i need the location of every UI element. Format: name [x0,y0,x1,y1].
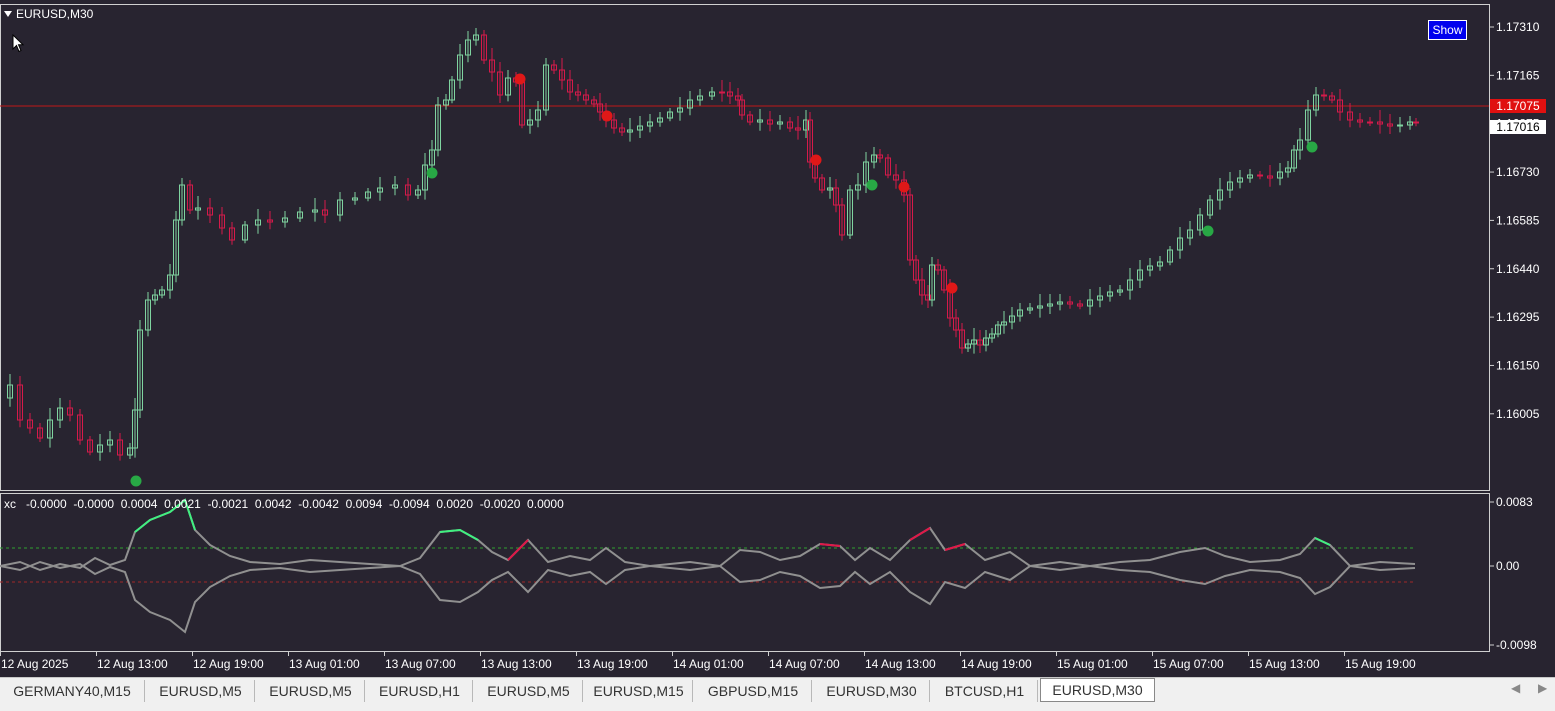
main-chart-border [0,4,1490,491]
chart-tab-label: GBPUSD,M15 [707,683,799,699]
chart-tab[interactable]: EURUSD,M30 [814,680,930,702]
mouse-cursor-icon [12,34,25,53]
time-axis-label: 15 Aug 07:00 [1153,657,1224,671]
time-axis-label: 13 Aug 13:00 [481,657,552,671]
chart-tab-label: BTCUSD,H1 [944,683,1025,699]
scroll-right-arrow-icon[interactable]: ▶ [1538,681,1547,695]
buy-arrow-icon [866,179,878,191]
candle-body [1413,121,1419,124]
chart-tab[interactable]: EURUSD,M15 [585,680,693,702]
price-axis-label: 1.17165 [1496,68,1540,82]
chart-tab[interactable]: EURUSD,M30 [1040,678,1155,702]
candle-body [1257,174,1263,177]
chart-tab-label: EURUSD,M30 [1052,682,1143,698]
indicator-signal-segment [439,528,479,541]
time-axis-label: 13 Aug 19:00 [577,657,648,671]
candle-body [1367,121,1373,124]
candle-body [719,91,725,94]
chart-tab-label: GERMANY40,M15 [13,683,131,699]
time-axis-label: 14 Aug 01:00 [673,657,744,671]
chart-tab-label: EURUSD,M5 [269,683,352,699]
chart-tab[interactable]: EURUSD,M5 [475,680,583,702]
chart-tab[interactable]: EURUSD,M5 [147,680,255,702]
chart-tab[interactable]: BTCUSD,H1 [932,680,1038,702]
indicator-values-label: xc -0.0000 -0.0000 0.0004 0.0021 -0.0021… [4,497,564,511]
chart-tab[interactable]: EURUSD,H1 [367,680,473,702]
time-axis-label: 15 Aug 19:00 [1345,657,1416,671]
indicator-panel-border [0,493,1490,652]
bid-price-tag-text: 1.17075 [1496,99,1540,113]
chart-tab[interactable]: GBPUSD,M15 [695,680,812,702]
indicator-signal-segment [944,543,966,551]
time-axis-label: 15 Aug 13:00 [1249,657,1320,671]
indicator-signal-segment [1314,537,1331,546]
price-axis-label: 1.16440 [1496,262,1540,276]
time-axis-label: 12 Aug 19:00 [193,657,264,671]
symbol-text: EURUSD,M30 [16,7,94,21]
sell-arrow-icon [898,181,910,193]
time-axis-label: 13 Aug 01:00 [289,657,360,671]
buy-arrow-icon [426,167,438,179]
current-price-tag-text: 1.17016 [1496,120,1540,134]
indicator-axis-label: 0.0083 [1496,495,1533,509]
symbol-label[interactable]: EURUSD,M30 [4,7,93,21]
candle-body [1321,94,1327,97]
price-axis-label: 1.17310 [1496,20,1540,34]
indicator-line-lower [0,560,1416,634]
sell-arrow-icon [514,73,526,85]
time-axis-label: 12 Aug 13:00 [97,657,168,671]
price-axis-label: 1.16150 [1496,358,1540,372]
chart-tab[interactable]: EURUSD,M5 [257,680,365,702]
indicator-signal-segment [909,527,931,541]
time-axis-label: 14 Aug 19:00 [961,657,1032,671]
chart-tab-label: EURUSD,M30 [826,683,917,699]
chart-tab-label: EURUSD,H1 [379,683,460,699]
sell-arrow-icon [946,282,958,294]
candle-body [1397,124,1403,127]
time-axis-label: 12 Aug 2025 [1,657,69,671]
indicator-axis-label: 0.00 [1496,559,1520,573]
chart-tab-label: EURUSD,M5 [159,683,242,699]
buy-arrow-icon [1202,225,1214,237]
time-axis-label: 14 Aug 07:00 [769,657,840,671]
time-axis-label: 13 Aug 07:00 [385,657,456,671]
chart-tab[interactable]: GERMANY40,M15 [0,680,145,702]
chart-tab-bar: GERMANY40,M15 EURUSD,M5 EURUSD,M5 EURUSD,H1… [0,677,1555,711]
chart-canvas[interactable]: 1.173101.171651.168751.167301.165851.164… [0,0,1555,677]
indicator-signal-segment [507,539,529,561]
time-axis-label: 14 Aug 13:00 [865,657,936,671]
price-axis-label: 1.16005 [1496,407,1540,421]
chart-window[interactable]: 1.173101.171651.168751.167301.165851.164… [0,0,1555,677]
time-axis-label: 15 Aug 01:00 [1057,657,1128,671]
scroll-left-arrow-icon[interactable]: ◀ [1511,681,1520,695]
indicator-signal-segment [819,543,841,547]
chevron-down-icon [4,11,12,17]
sell-arrow-icon [810,154,822,166]
chart-tab-label: EURUSD,M5 [487,683,570,699]
price-axis-label: 1.16730 [1496,165,1540,179]
buy-arrow-icon [1306,141,1318,153]
price-axis-label: 1.16295 [1496,310,1540,324]
buy-arrow-icon [130,475,142,487]
indicator-axis-label: -0.0098 [1496,638,1537,652]
chart-tab-label: EURUSD,M15 [593,683,684,699]
show-button[interactable]: Show [1428,20,1467,40]
sell-arrow-icon [601,110,613,122]
price-axis-label: 1.16585 [1496,213,1540,227]
